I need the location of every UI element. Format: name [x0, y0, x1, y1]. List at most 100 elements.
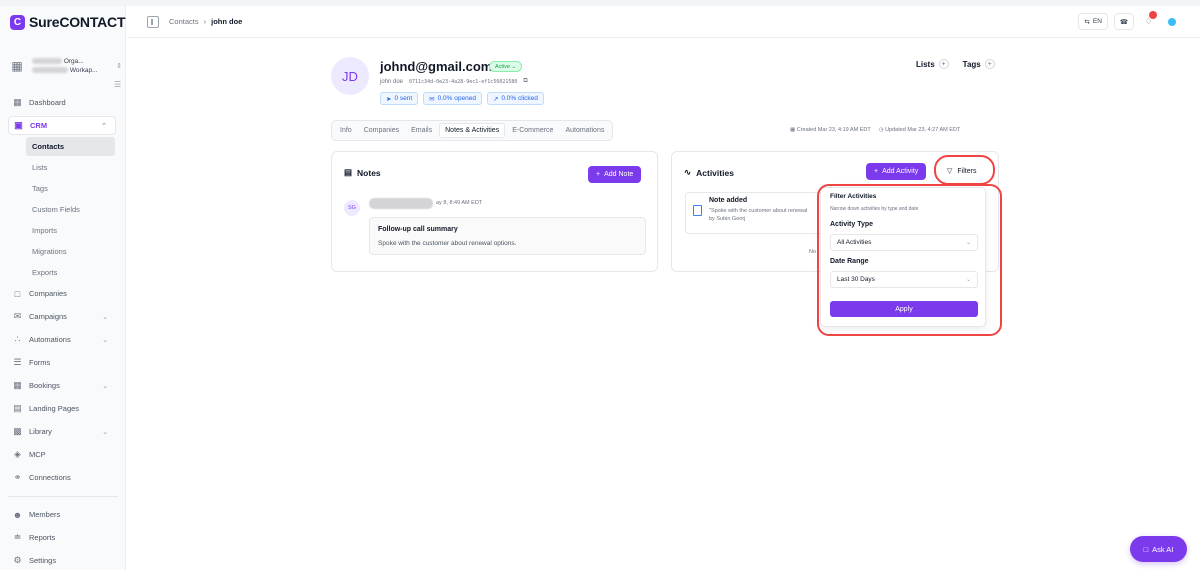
created-date-label: Created Mar 23, 4:19 AM EDT	[796, 127, 871, 133]
note-author-avatar: SG	[344, 200, 360, 216]
stat-opened-label: 0.0% opened	[437, 95, 476, 102]
plus-icon: +	[874, 168, 879, 175]
clock-icon: ◷	[878, 127, 884, 133]
tab-companies[interactable]: Companies	[359, 123, 404, 138]
sidebar-item-landing-pages[interactable]: ▤ Landing Pages	[8, 399, 116, 418]
ask-ai-button[interactable]: □ Ask AI	[1130, 536, 1187, 562]
collapse-sidebar-icon[interactable]: ☰	[114, 80, 121, 89]
sidebar: C SureCONTACT ▦ Orga... Workap... ⇕ ☰ ▦ …	[0, 6, 126, 570]
sidebar-item-label: Connections	[29, 473, 71, 482]
tab-emails[interactable]: Emails	[406, 123, 437, 138]
bookings-icon: ▦	[13, 380, 22, 390]
sidebar-item-label: Members	[29, 510, 61, 519]
notifications-button[interactable]: ♢	[1140, 11, 1157, 30]
sidebar-item-automations[interactable]: ∴ Automations ⌄	[8, 330, 116, 349]
sidebar-toggle-icon[interactable]	[147, 16, 159, 28]
contact-id: 0711c34d-0e23-4a28-9ec1-ef1c56021580	[409, 78, 518, 85]
support-button[interactable]: ☎	[1113, 13, 1134, 30]
language-label: EN	[1092, 18, 1102, 25]
chevron-updown-icon: ⇕	[116, 63, 122, 70]
tags-label: Tags	[962, 59, 981, 69]
add-tag-icon[interactable]: +	[984, 59, 995, 69]
headset-icon: ☎	[1119, 18, 1128, 26]
campaigns-icon: ✉	[13, 311, 22, 321]
sidebar-item-reports[interactable]: ≐ Reports	[8, 528, 116, 547]
sidebar-item-dashboard[interactable]: ▦ Dashboard	[8, 93, 116, 112]
sidebar-subitem-tags[interactable]: Tags	[26, 179, 115, 198]
org-name-redacted	[32, 58, 62, 65]
notes-title: ▤ Notes	[344, 167, 381, 178]
notes-title-label: Notes	[357, 167, 381, 178]
connections-icon: ⚭	[13, 472, 22, 482]
contact-meta-dates: ▦ Created Mar 23, 4:19 AM EDT ◷ Updated …	[790, 127, 960, 133]
add-activity-button[interactable]: + Add Activity	[866, 163, 927, 180]
language-button[interactable]: ⇆ EN	[1078, 13, 1108, 30]
stat-opened: ✉ 0.0% opened	[423, 92, 482, 105]
sidebar-item-members[interactable]: ☻ Members	[8, 505, 116, 524]
sidebar-item-label: Reports	[29, 533, 56, 542]
breadcrumb-contacts[interactable]: Contacts	[169, 17, 199, 26]
note-icon: ▤	[344, 167, 353, 177]
sidebar-subitem-contacts[interactable]: Contacts	[26, 137, 115, 156]
status-badge[interactable]: Active ⌄	[489, 61, 523, 72]
brand-mark-icon: C	[10, 14, 25, 30]
sidebar-item-label: MCP	[29, 450, 46, 459]
brand-logo[interactable]: C SureCONTACT	[10, 12, 126, 32]
sidebar-item-crm[interactable]: ▣ CRM ⌃	[8, 116, 116, 135]
document-icon	[693, 205, 702, 216]
updated-date-label: Updated Mar 23, 4:27 AM EDT	[885, 127, 961, 133]
brand-app-button[interactable]	[1163, 13, 1180, 30]
chevron-down-icon: ⌄	[102, 313, 108, 321]
contact-subline: john doe 0711c34d-0e23-4a28-9ec1-ef1c560…	[380, 78, 528, 85]
org-switcher[interactable]: ▦ Orga... Workap... ⇕	[10, 51, 122, 81]
add-note-button[interactable]: + Add Note	[588, 166, 642, 183]
activity-card-body-line1: "Spoke with the customer about renewal	[709, 208, 808, 214]
stat-sent-label: 0 sent	[394, 95, 413, 102]
sidebar-subitem-custom-fields[interactable]: Custom Fields	[26, 200, 115, 219]
activities-title-label: Activities	[696, 167, 734, 178]
contact-tabs: Info Companies Emails Notes & Activities…	[331, 120, 614, 141]
updated-date: ◷ Updated Mar 23, 4:27 AM EDT	[879, 127, 961, 133]
tab-info[interactable]: Info	[335, 123, 357, 138]
add-list-icon[interactable]: +	[938, 59, 949, 69]
brand-name: SureCONTACT	[29, 14, 126, 30]
sidebar-item-forms[interactable]: ☰ Forms	[8, 353, 116, 372]
breadcrumb-separator-icon: ›	[203, 17, 207, 26]
sidebar-item-label: Landing Pages	[29, 404, 80, 413]
mcp-icon: ◈	[14, 449, 21, 459]
copy-icon[interactable]: ⧉	[523, 78, 527, 85]
sidebar-subitem-migrations[interactable]: Migrations	[26, 242, 115, 261]
sidebar-item-companies[interactable]: □ Companies	[8, 284, 116, 303]
sidebar-item-connections[interactable]: ⚭ Connections	[8, 468, 116, 487]
tags-control[interactable]: Tags +	[963, 59, 995, 69]
status-label: Active	[495, 63, 510, 70]
org-workspace-redacted	[32, 67, 68, 74]
sidebar-item-settings[interactable]: ⚙ Settings	[8, 551, 116, 570]
org-name: Orga... Workap...	[32, 57, 108, 75]
sidebar-item-label: Campaigns	[29, 312, 67, 321]
sidebar-subitem-imports[interactable]: Imports	[26, 221, 115, 240]
breadcrumb-current: john doe	[211, 17, 243, 26]
tab-ecommerce[interactable]: E-Commerce	[507, 123, 558, 138]
library-icon: ▩	[13, 426, 22, 436]
sidebar-subitem-lists[interactable]: Lists	[26, 158, 115, 177]
activity-pulse-icon: ∿	[684, 167, 692, 177]
sidebar-item-bookings[interactable]: ▦ Bookings ⌄	[8, 376, 116, 395]
sidebar-item-campaigns[interactable]: ✉ Campaigns ⌄	[8, 307, 116, 326]
sidebar-item-label: Library	[29, 427, 52, 436]
note-card-title: Follow-up call summary	[378, 226, 458, 233]
lists-control[interactable]: Lists +	[916, 59, 949, 69]
sidebar-item-mcp[interactable]: ◈ MCP	[8, 445, 116, 464]
activities-title: ∿ Activities	[684, 167, 734, 178]
lists-label: Lists	[916, 59, 935, 69]
chevron-down-icon: ⌄	[102, 336, 108, 344]
activity-card[interactable]: Note added "Spoke with the customer abou…	[685, 192, 835, 234]
sidebar-subitem-exports[interactable]: Exports	[26, 263, 115, 282]
chevron-up-icon: ⌃	[101, 122, 107, 130]
sidebar-item-library[interactable]: ▩ Library ⌄	[8, 422, 116, 441]
tab-automations[interactable]: Automations	[560, 123, 609, 138]
tab-notes-activities[interactable]: Notes & Activities	[439, 123, 506, 138]
sidebar-item-label: Bookings	[29, 381, 60, 390]
note-card[interactable]: Follow-up call summary Spoke with the cu…	[369, 217, 646, 255]
add-activity-label: Add Activity	[882, 168, 919, 175]
